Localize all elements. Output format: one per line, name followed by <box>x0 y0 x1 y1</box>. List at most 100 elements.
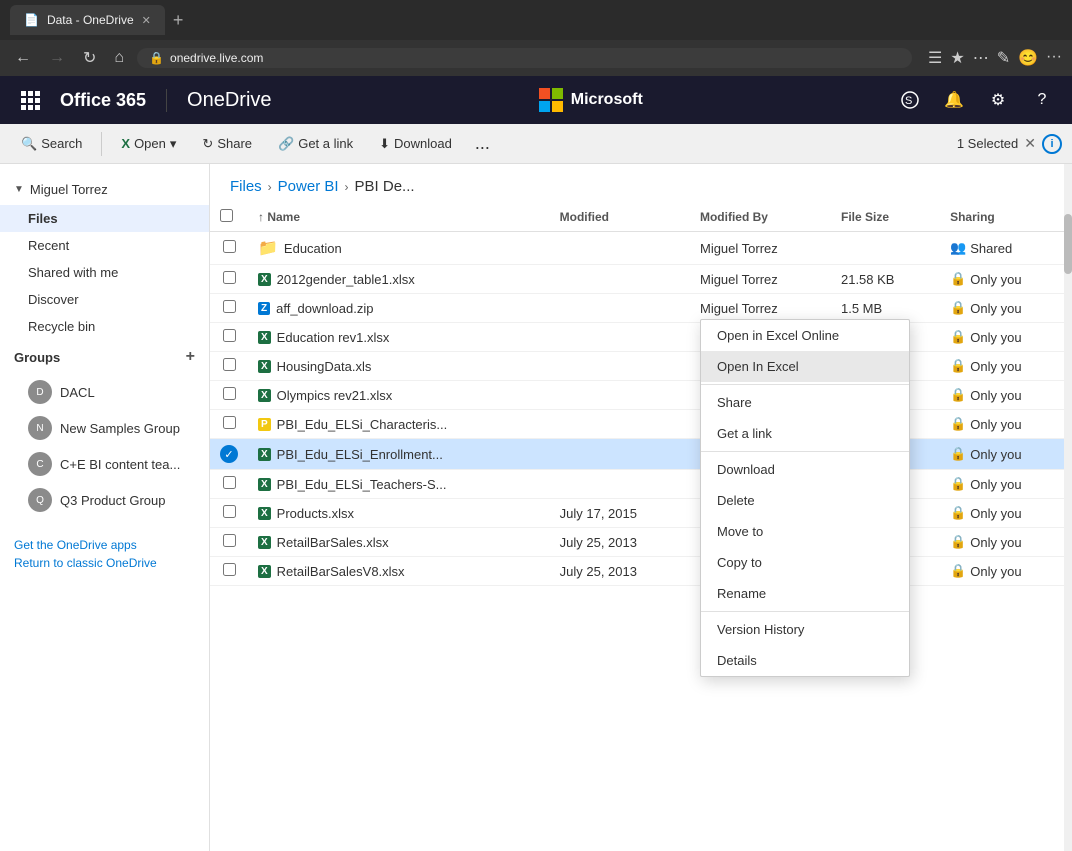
row-checkbox[interactable] <box>223 329 236 342</box>
col-modified[interactable]: Modified <box>550 203 690 232</box>
sidebar-group-cebe[interactable]: C C+E BI content tea... <box>0 446 209 482</box>
menu-details[interactable]: Details <box>701 645 909 676</box>
table-row[interactable]: XRetailBarSalesV8.xlsxJuly 25, 2013Migue… <box>210 557 1072 586</box>
clear-selection-button[interactable]: ✕ <box>1024 135 1036 152</box>
get-link-button[interactable]: 🔗 Get a link <box>267 131 364 157</box>
tab-close-button[interactable]: ✕ <box>142 14 151 27</box>
extensions-icon[interactable]: ✎ <box>997 48 1010 68</box>
col-sharing[interactable]: Sharing <box>940 203 1072 232</box>
file-sharing: 🔒 Only you <box>940 499 1072 528</box>
sidebar-item-shared[interactable]: Shared with me <box>0 259 209 286</box>
menu-move-to[interactable]: Move to <box>701 516 909 547</box>
table-row[interactable]: XProducts.xlsxJuly 17, 2015Miguel Torrez… <box>210 499 1072 528</box>
col-modified-by[interactable]: Modified By <box>690 203 831 232</box>
menu-download[interactable]: Download <box>701 454 909 485</box>
table-row[interactable]: ✓XPBI_Edu_ELSi_Enrollment...Miguel Torre… <box>210 439 1072 470</box>
table-row[interactable]: X2012gender_table1.xlsxMiguel Torrez21.5… <box>210 265 1072 294</box>
sidebar-footer: Get the OneDrive apps Return to classic … <box>0 518 209 584</box>
row-checkbox[interactable] <box>223 505 236 518</box>
table-row[interactable]: XPBI_Edu_ELSi_Teachers-S...Miguel Torrez… <box>210 470 1072 499</box>
search-toolbar-button[interactable]: 🔍 Search <box>10 131 93 157</box>
breadcrumb-power-bi[interactable]: Power BI <box>278 178 339 195</box>
address-bar[interactable]: 🔒 onedrive.live.com <box>137 48 912 68</box>
new-tab-button[interactable]: + <box>173 10 184 31</box>
row-checkbox[interactable] <box>223 563 236 576</box>
add-group-icon[interactable]: + <box>186 348 195 366</box>
menu-sep-3 <box>701 611 909 612</box>
table-row[interactable]: PPBI_Edu_ELSi_Characteris...Miguel Torre… <box>210 410 1072 439</box>
settings-icon[interactable]: ⚙ <box>978 80 1018 120</box>
sidebar-item-files[interactable]: Files <box>0 205 209 232</box>
row-checkbox[interactable] <box>223 416 236 429</box>
app-grid-button[interactable] <box>10 80 50 120</box>
menu-open-excel-online[interactable]: Open in Excel Online <box>701 320 909 351</box>
row-check-selected[interactable]: ✓ <box>220 445 238 463</box>
product-name[interactable]: OneDrive <box>166 89 291 112</box>
lock-icon: 🔒 <box>149 51 164 65</box>
sidebar-item-discover[interactable]: Discover <box>0 286 209 313</box>
more-icon[interactable]: ··· <box>1046 48 1062 68</box>
excel-icon: X <box>258 389 271 402</box>
sidebar-item-recent[interactable]: Recent <box>0 232 209 259</box>
menu-get-link[interactable]: Get a link <box>701 418 909 449</box>
menu-open-excel[interactable]: Open In Excel <box>701 351 909 382</box>
menu-copy-to[interactable]: Copy to <box>701 547 909 578</box>
forward-button[interactable]: → <box>44 47 70 69</box>
sidebar-item-recycle[interactable]: Recycle bin <box>0 313 209 340</box>
more-button[interactable]: ... <box>467 133 498 154</box>
groups-header[interactable]: Groups + <box>0 340 209 374</box>
sidebar-group-dacl[interactable]: D DACL <box>0 374 209 410</box>
row-checkbox[interactable] <box>223 358 236 371</box>
row-checkbox[interactable] <box>223 300 236 313</box>
get-apps-link[interactable]: Get the OneDrive apps <box>14 538 195 552</box>
menu-delete[interactable]: Delete <box>701 485 909 516</box>
link-icon: 🔗 <box>278 136 294 152</box>
file-name: Products.xlsx <box>277 506 354 521</box>
table-row[interactable]: XRetailBarSales.xlsxJuly 25, 2013Miguel … <box>210 528 1072 557</box>
group-avatar-cebe: C <box>28 452 52 476</box>
menu-rename[interactable]: Rename <box>701 578 909 609</box>
table-row[interactable]: Zaff_download.zipMiguel Torrez1.5 MB🔒 On… <box>210 294 1072 323</box>
menu-version-history[interactable]: Version History <box>701 614 909 645</box>
help-icon[interactable]: ? <box>1022 80 1062 120</box>
open-button[interactable]: X Open ▾ <box>110 131 187 157</box>
row-checkbox[interactable] <box>223 476 236 489</box>
share-button[interactable]: ↻ Share <box>191 131 263 157</box>
row-checkbox[interactable] <box>223 387 236 400</box>
menu-share[interactable]: Share <box>701 387 909 418</box>
table-row[interactable]: XHousingData.xlsMiguel Torrez1.6 MB🔒 Onl… <box>210 352 1072 381</box>
skype-icon[interactable]: S <box>890 80 930 120</box>
refresh-button[interactable]: ↻ <box>78 46 101 70</box>
notifications-icon[interactable]: 🔔 <box>934 80 974 120</box>
info-icon[interactable]: i <box>1042 134 1062 154</box>
table-row[interactable]: 📁EducationMiguel Torrez👥 Shared <box>210 232 1072 265</box>
row-checkbox[interactable] <box>223 534 236 547</box>
row-checkbox[interactable] <box>223 240 236 253</box>
col-name[interactable]: ↑ Name <box>248 203 550 232</box>
sidebar-user[interactable]: ▼ Miguel Torrez <box>0 174 209 205</box>
sidebar-group-new-samples[interactable]: N New Samples Group <box>0 410 209 446</box>
menu-icon[interactable]: ⋯ <box>973 48 989 68</box>
table-row[interactable]: XOlympics rev21.xlsxMiguel Torrez2.84 MB… <box>210 381 1072 410</box>
excel-icon: X <box>258 507 271 520</box>
star-icon[interactable]: ★ <box>950 48 964 68</box>
breadcrumb-files[interactable]: Files <box>230 178 262 195</box>
browser-tab[interactable]: 📄 Data - OneDrive ✕ <box>10 5 165 35</box>
row-checkbox[interactable] <box>223 271 236 284</box>
scrollbar-thumb[interactable] <box>1064 214 1072 274</box>
scrollbar-track[interactable] <box>1064 164 1072 851</box>
table-row[interactable]: XEducation rev1.xlsxMiguel Torrez32.75 M… <box>210 323 1072 352</box>
bookmarks-icon[interactable]: ☰ <box>928 48 942 68</box>
office365-label[interactable]: Office 365 <box>50 90 156 111</box>
main-layout: ▼ Miguel Torrez Files Recent Shared with… <box>0 164 1072 851</box>
home-button[interactable]: ⌂ <box>109 47 129 69</box>
select-all-checkbox[interactable] <box>220 209 233 222</box>
back-button[interactable]: ← <box>10 47 36 69</box>
sidebar-group-q3[interactable]: Q Q3 Product Group <box>0 482 209 518</box>
col-size[interactable]: File Size <box>831 203 940 232</box>
tab-title: Data - OneDrive <box>47 13 134 27</box>
classic-link[interactable]: Return to classic OneDrive <box>14 556 195 570</box>
profile-icon[interactable]: 😊 <box>1018 48 1038 68</box>
download-button[interactable]: ⬇ Download <box>368 131 463 157</box>
selected-count: 1 Selected <box>957 136 1018 151</box>
